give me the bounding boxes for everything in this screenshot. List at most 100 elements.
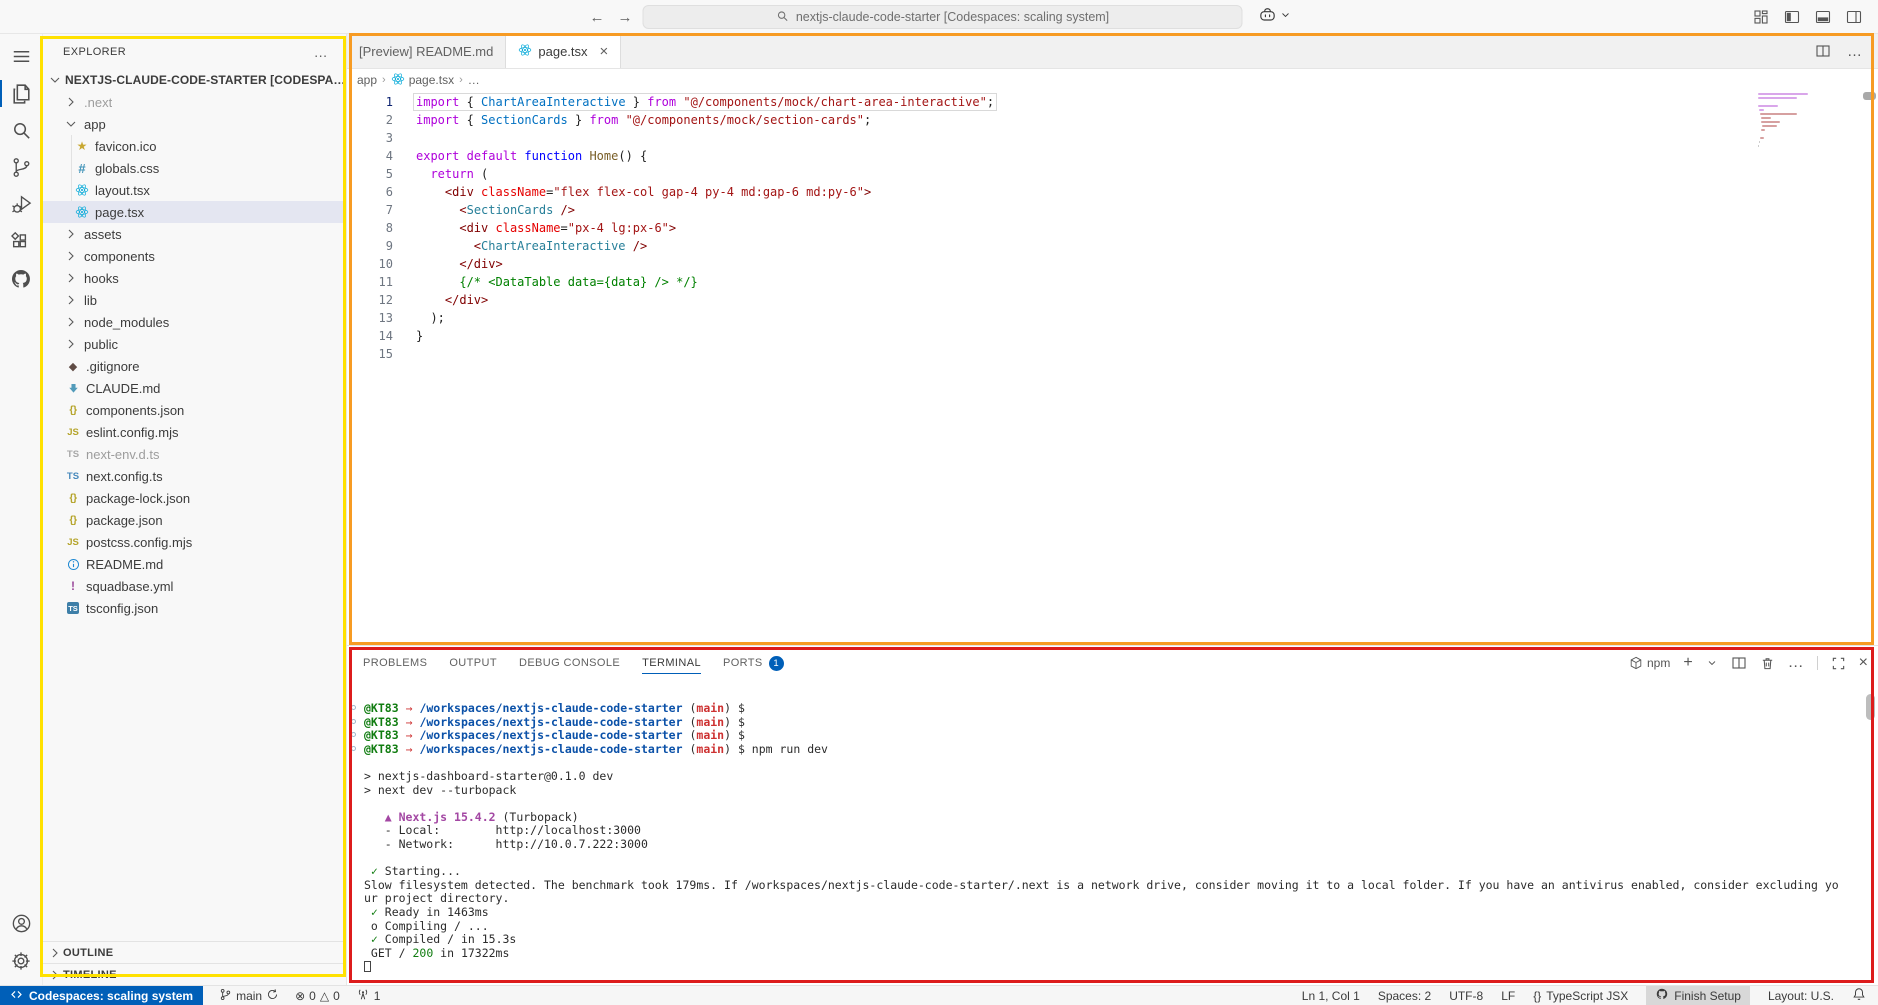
cursor-position[interactable]: Ln 1, Col 1 bbox=[1302, 986, 1360, 1005]
tree-item-hooks[interactable]: hooks bbox=[43, 267, 346, 289]
code-editor[interactable]: 1import { ChartAreaInteractive } from "@… bbox=[347, 91, 1878, 645]
tree-item-page-tsx[interactable]: page.tsx bbox=[43, 201, 346, 223]
breadcrumb-item[interactable]: … bbox=[468, 73, 480, 87]
tree-item-next-config-ts[interactable]: TSnext.config.ts bbox=[43, 465, 346, 487]
file-tree: NEXTJS-CLAUDE-CODE-STARTER [CODESPACE...… bbox=[43, 69, 346, 941]
terminal-line: ✓ Compiled / in 15.3s bbox=[347, 933, 1878, 947]
toggle-primary-sidebar-icon[interactable] bbox=[1784, 9, 1800, 25]
tree-root[interactable]: NEXTJS-CLAUDE-CODE-STARTER [CODESPACE... bbox=[43, 69, 346, 91]
editor-tab--preview-readme-md[interactable]: [Preview] README.md bbox=[347, 34, 506, 68]
terminal-line: ur project directory. bbox=[347, 892, 1878, 906]
activity-explorer-icon[interactable] bbox=[0, 75, 43, 112]
maximize-panel-button[interactable] bbox=[1831, 656, 1846, 671]
toggle-secondary-sidebar-icon[interactable] bbox=[1846, 9, 1862, 25]
tree-item--gitignore[interactable]: ◆.gitignore bbox=[43, 355, 346, 377]
tree-item-layout-tsx[interactable]: layout.tsx bbox=[43, 179, 346, 201]
tree-item-label: app bbox=[84, 117, 106, 132]
new-terminal-button[interactable]: + bbox=[1683, 655, 1692, 671]
more-actions-icon[interactable]: … bbox=[1847, 43, 1862, 60]
title-bar: ← → nextjs-claude-code-starter [Codespac… bbox=[0, 0, 1878, 34]
scrollbar-slider[interactable] bbox=[1863, 92, 1876, 100]
activity-run-debug-icon[interactable] bbox=[0, 186, 43, 223]
language-mode[interactable]: {}TypeScript JSX bbox=[1533, 986, 1628, 1005]
tree-item-components-json[interactable]: {}components.json bbox=[43, 399, 346, 421]
remote-indicator[interactable]: Codespaces: scaling system bbox=[0, 986, 203, 1005]
star-file-icon: ★ bbox=[74, 139, 90, 153]
section-timeline[interactable]: TIMELINE bbox=[43, 963, 346, 985]
tree-item-squadbase-yml[interactable]: !squadbase.yml bbox=[43, 575, 346, 597]
activity-github-icon[interactable] bbox=[0, 260, 43, 297]
terminal-process-button[interactable]: npm bbox=[1629, 656, 1670, 670]
tree-item-public[interactable]: public bbox=[43, 333, 346, 355]
activity-menu-icon[interactable] bbox=[0, 38, 43, 75]
minimap[interactable] bbox=[1758, 93, 1854, 153]
encoding[interactable]: UTF-8 bbox=[1449, 986, 1483, 1005]
indentation[interactable]: Spaces: 2 bbox=[1378, 986, 1431, 1005]
terminal-dropdown-button[interactable] bbox=[1706, 657, 1718, 669]
panel-tab-terminal[interactable]: TERMINAL bbox=[642, 646, 701, 680]
copilot-button[interactable] bbox=[1258, 5, 1292, 30]
tree-item-next-env-d-ts[interactable]: TSnext-env.d.ts bbox=[43, 443, 346, 465]
breadcrumb: app›page.tsx›… bbox=[347, 69, 1878, 91]
tree-item-package-lock-json[interactable]: {}package-lock.json bbox=[43, 487, 346, 509]
activity-extensions-icon[interactable] bbox=[0, 223, 43, 260]
command-center-search[interactable]: nextjs-claude-code-starter [Codespaces: … bbox=[643, 5, 1243, 29]
customize-layout-icon[interactable] bbox=[1753, 9, 1769, 25]
breadcrumb-item[interactable]: app bbox=[357, 73, 377, 87]
panel-tab-problems[interactable]: PROBLEMS bbox=[363, 646, 427, 680]
back-button[interactable]: ← bbox=[587, 9, 608, 26]
radio-tower-icon bbox=[356, 987, 370, 1004]
terminal-line: ▲ Next.js 15.4.2 (Turbopack) bbox=[347, 811, 1878, 825]
tree-item-globals-css[interactable]: #globals.css bbox=[43, 157, 346, 179]
split-editor-icon[interactable] bbox=[1815, 43, 1831, 59]
eol[interactable]: LF bbox=[1501, 986, 1515, 1005]
section-outline[interactable]: OUTLINE bbox=[43, 941, 346, 963]
branch-status[interactable]: main bbox=[219, 988, 279, 1004]
breadcrumb-separator: › bbox=[382, 74, 386, 86]
keyboard-layout[interactable]: Layout: U.S. bbox=[1768, 986, 1834, 1005]
kill-terminal-button[interactable] bbox=[1760, 656, 1775, 671]
more-actions-button[interactable]: … bbox=[1788, 655, 1804, 671]
tree-item-postcss-config-mjs[interactable]: JSpostcss.config.mjs bbox=[43, 531, 346, 553]
editor-tab-page-tsx[interactable]: page.tsx× bbox=[506, 34, 621, 68]
terminal-scrollbar[interactable] bbox=[1866, 694, 1875, 720]
tree-item-app[interactable]: app bbox=[43, 113, 346, 135]
tree-item-assets[interactable]: assets bbox=[43, 223, 346, 245]
close-icon[interactable]: × bbox=[600, 44, 609, 59]
tree-item-label: .gitignore bbox=[86, 359, 139, 374]
tree-item-claude-md[interactable]: CLAUDE.md bbox=[43, 377, 346, 399]
tree-item-favicon-ico[interactable]: ★favicon.ico bbox=[43, 135, 346, 157]
tree-item-node-modules[interactable]: node_modules bbox=[43, 311, 346, 333]
split-terminal-button[interactable] bbox=[1731, 655, 1747, 671]
views-more-actions-icon[interactable]: … bbox=[314, 44, 328, 60]
tree-item-tsconfig-json[interactable]: TStsconfig.json bbox=[43, 597, 346, 619]
tree-item-lib[interactable]: lib bbox=[43, 289, 346, 311]
tree-item-label: assets bbox=[84, 227, 122, 242]
tree-item-eslint-config-mjs[interactable]: JSeslint.config.mjs bbox=[43, 421, 346, 443]
braces-file-icon: {} bbox=[65, 404, 81, 416]
tree-item-readme-md[interactable]: README.md bbox=[43, 553, 346, 575]
panel-tab-ports[interactable]: PORTS1 bbox=[723, 646, 784, 680]
react-file-icon bbox=[74, 205, 90, 219]
editor-actions: … bbox=[1815, 34, 1878, 68]
terminal[interactable]: @KT83 → /workspaces/nextjs-claude-code-s… bbox=[347, 680, 1878, 985]
braces-file-icon: {} bbox=[65, 514, 81, 526]
tree-item-components[interactable]: components bbox=[43, 245, 346, 267]
tree-item--next[interactable]: .next bbox=[43, 91, 346, 113]
toggle-panel-icon[interactable] bbox=[1815, 9, 1831, 25]
finish-setup[interactable]: Finish Setup bbox=[1646, 986, 1750, 1005]
tree-item-package-json[interactable]: {}package.json bbox=[43, 509, 346, 531]
panel-tab-debug-console[interactable]: DEBUG CONSOLE bbox=[519, 646, 620, 680]
problems-status[interactable]: ⊗0△0 bbox=[295, 989, 340, 1003]
panel-tab-output[interactable]: OUTPUT bbox=[449, 646, 497, 680]
activity-source-control-icon[interactable] bbox=[0, 149, 43, 186]
breadcrumb-item[interactable]: page.tsx bbox=[391, 72, 454, 89]
activity-account-icon[interactable] bbox=[0, 905, 43, 942]
ports-status[interactable]: 1 bbox=[356, 987, 381, 1004]
breadcrumb-label: app bbox=[357, 73, 377, 87]
activity-settings-icon[interactable] bbox=[0, 942, 43, 979]
activity-search-icon[interactable] bbox=[0, 112, 43, 149]
notifications[interactable] bbox=[1852, 986, 1866, 1005]
forward-button[interactable]: → bbox=[615, 9, 636, 26]
close-panel-button[interactable]: × bbox=[1859, 655, 1868, 671]
